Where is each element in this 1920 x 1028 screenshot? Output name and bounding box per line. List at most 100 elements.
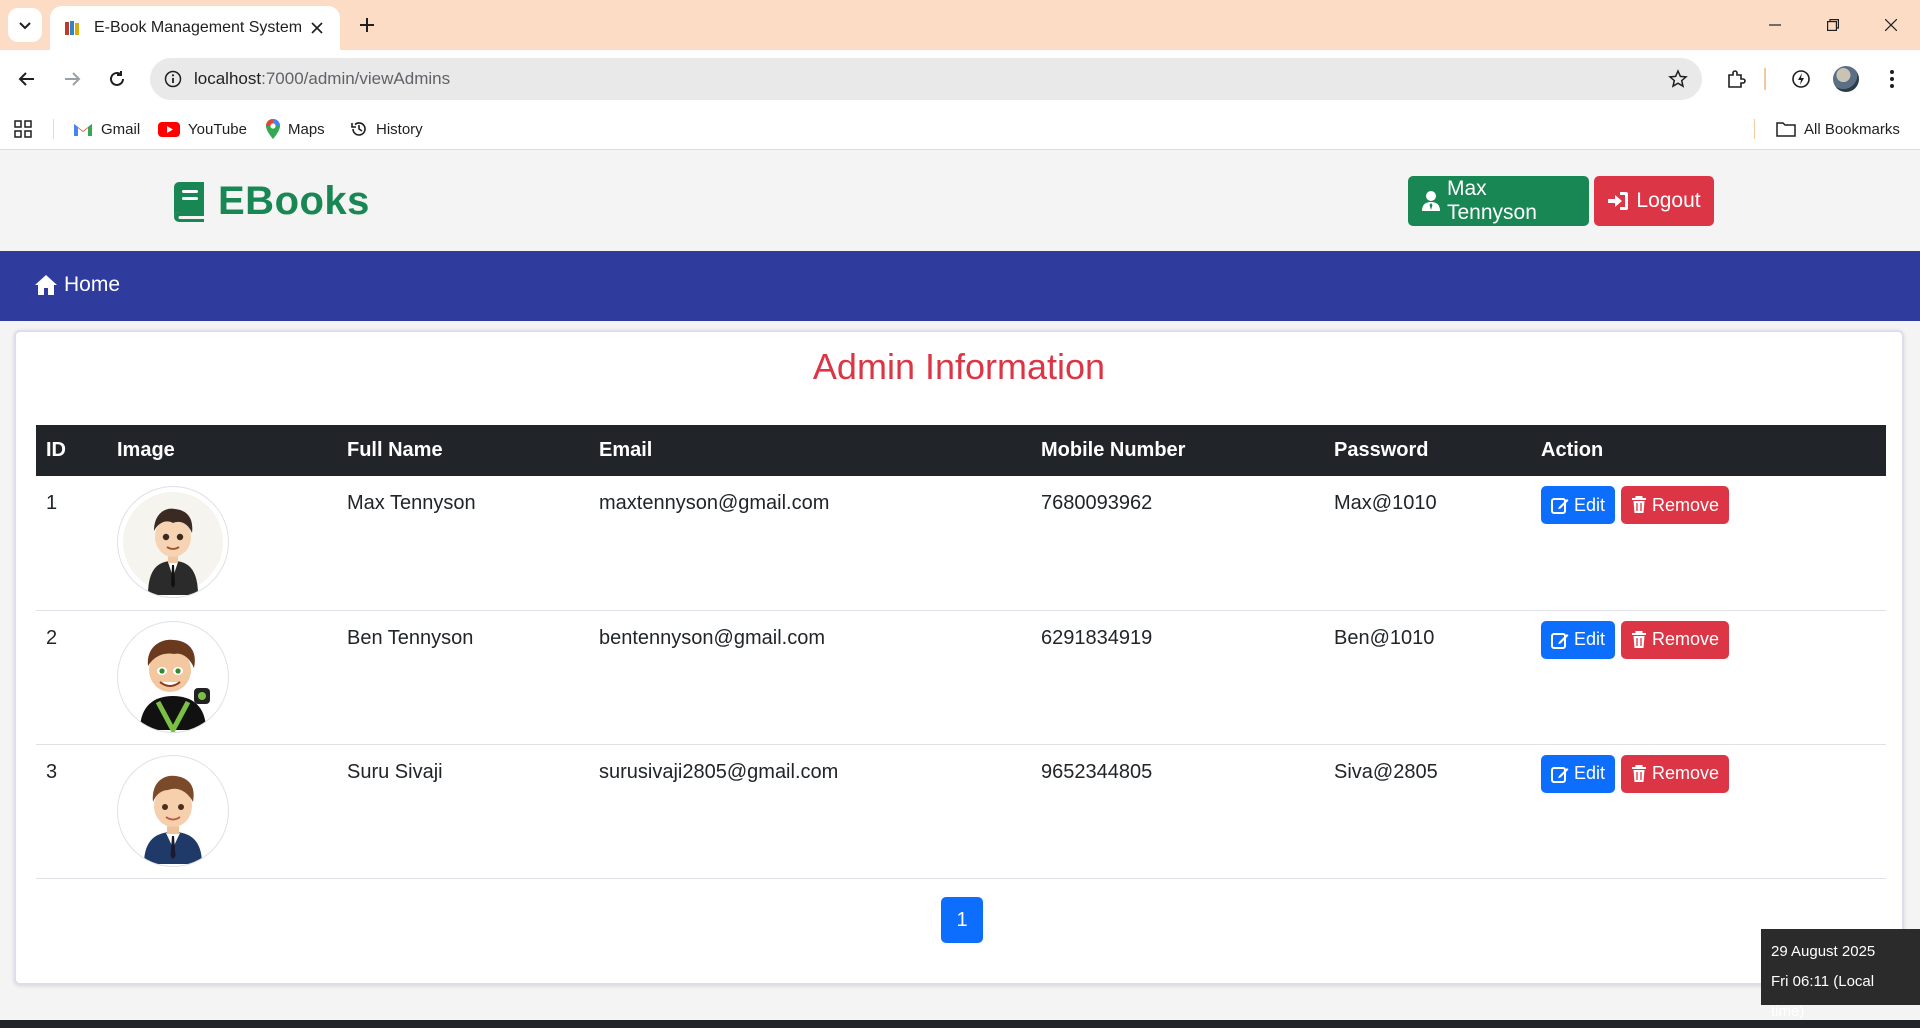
remove-label: Remove — [1652, 629, 1720, 649]
chevron-down-icon — [19, 22, 31, 30]
remove-button[interactable]: Remove — [1621, 486, 1730, 524]
tab-title: E-Book Management System — [94, 19, 303, 36]
edit-button[interactable]: Edit — [1541, 486, 1616, 524]
minimize-icon — [1769, 24, 1781, 26]
table-row: 2 Ben Tennyson bentennyson@gmail.com 629… — [36, 610, 1886, 745]
minimize-button[interactable] — [1746, 0, 1804, 50]
restore-button[interactable] — [1804, 0, 1862, 50]
cell-email: maxtennyson@gmail.com — [589, 476, 1031, 611]
nav-home-label: Home — [64, 273, 121, 296]
chrome-menu-button[interactable] — [1874, 61, 1910, 97]
pagination-page-button[interactable]: 1 — [941, 897, 983, 943]
close-tab-icon[interactable] — [306, 17, 328, 39]
clock-tooltip: 29 August 2025 Fri 06:11 (Local time) — [1761, 929, 1920, 1020]
bookmarks-bar: Gmail YouTube Maps History All Bookmarks — [0, 108, 1920, 150]
table-row: 3 Suru Sivaji surusivaji2805@gmail.com 9… — [36, 744, 1886, 879]
user-profile-button[interactable]: Max Tennyson — [1408, 176, 1589, 226]
tab-search-button[interactable] — [8, 8, 42, 42]
url-host: localhost — [194, 69, 262, 88]
profile-button[interactable] — [1828, 61, 1864, 97]
bookmark-youtube[interactable]: YouTube — [158, 118, 247, 140]
address-bar[interactable]: localhost:7000/admin/viewAdmins — [150, 58, 1702, 100]
nav-home-link[interactable]: Home — [34, 273, 120, 297]
bookmark-history[interactable]: History — [350, 118, 423, 140]
reload-button[interactable] — [99, 61, 135, 97]
column-header: Action — [1541, 439, 1604, 461]
browser-tab-active[interactable]: E-Book Management System — [50, 6, 340, 50]
bookmark-star-icon[interactable] — [1668, 69, 1688, 89]
remove-label: Remove — [1652, 494, 1720, 515]
performance-button[interactable] — [1783, 61, 1819, 97]
forward-button[interactable] — [54, 61, 90, 97]
column-header: ID — [46, 439, 66, 461]
page-footer — [0, 1020, 1920, 1028]
close-window-button[interactable] — [1862, 0, 1920, 50]
cell-full-name: Suru Sivaji — [337, 744, 589, 879]
bookmarks-divider-right — [1754, 119, 1755, 139]
cell-id: 1 — [36, 476, 107, 611]
site-info-icon[interactable] — [164, 70, 182, 88]
bookmark-gmail[interactable]: Gmail — [73, 118, 140, 140]
logout-button[interactable]: Logout — [1594, 176, 1714, 226]
apps-button[interactable] — [14, 118, 32, 140]
cell-password: Max@1010 — [1324, 476, 1531, 611]
edit-label: Edit — [1574, 763, 1606, 783]
youtube-icon — [158, 121, 180, 137]
table-row: 1 Max Tennyson maxtennyson@gmail.com 768… — [36, 476, 1886, 611]
cell-actions: Edit Remove — [1531, 610, 1886, 745]
home-icon — [34, 274, 58, 296]
clock-date: 29 August 2025 — [1771, 943, 1876, 960]
cell-full-name: Ben Tennyson — [337, 610, 589, 745]
browser-toolbar: localhost:7000/admin/viewAdmins — [0, 50, 1920, 108]
user-name: Max Tennyson — [1447, 177, 1537, 224]
close-icon — [1885, 19, 1897, 31]
remove-button[interactable]: Remove — [1621, 754, 1730, 793]
cell-password: Ben@1010 — [1324, 610, 1531, 745]
cell-image — [107, 744, 337, 879]
user-tie-icon — [1422, 191, 1440, 211]
maps-icon — [266, 119, 280, 139]
edit-button[interactable]: Edit — [1541, 754, 1616, 793]
more-vertical-icon — [1890, 70, 1894, 88]
all-bookmarks-label: All Bookmarks — [1804, 120, 1900, 138]
cell-full-name: Max Tennyson — [337, 476, 589, 611]
restore-icon — [1827, 19, 1839, 31]
bookmark-maps[interactable]: Maps — [266, 118, 325, 140]
cell-id: 3 — [36, 744, 107, 879]
trash-icon — [1631, 764, 1647, 783]
extensions-button[interactable] — [1718, 61, 1754, 97]
admin-avatar — [117, 754, 229, 867]
apps-grid-icon — [14, 120, 32, 138]
sign-in-icon — [1607, 191, 1629, 211]
bookmark-label: History — [376, 120, 423, 138]
back-button[interactable] — [9, 61, 45, 97]
cell-image — [107, 476, 337, 611]
new-tab-button[interactable] — [350, 8, 384, 42]
column-header: Image — [117, 439, 175, 461]
edit-label: Edit — [1574, 494, 1606, 515]
speed-icon — [1792, 70, 1810, 88]
edit-button[interactable]: Edit — [1541, 620, 1616, 659]
history-icon — [350, 120, 368, 138]
puzzle-icon — [1728, 70, 1746, 88]
cell-mobile: 6291834919 — [1031, 610, 1324, 745]
browser-tabstrip: E-Book Management System — [0, 0, 1920, 50]
remove-button[interactable]: Remove — [1621, 620, 1730, 659]
all-bookmarks-button[interactable]: All Bookmarks — [1776, 118, 1900, 140]
toolbar-divider — [1764, 68, 1766, 90]
brand-logo[interactable]: EBooks — [170, 179, 370, 224]
url-text[interactable]: localhost:7000/admin/viewAdmins — [194, 69, 1668, 89]
edit-icon — [1551, 631, 1569, 649]
cartoon-boy-suit-avatar-icon — [123, 760, 223, 864]
bookmark-label: Maps — [288, 120, 325, 138]
cell-id: 2 — [36, 610, 107, 745]
window-controls — [1746, 0, 1920, 50]
plus-icon — [360, 18, 374, 32]
cell-email: surusivaji2805@gmail.com — [589, 744, 1031, 879]
edit-label: Edit — [1574, 629, 1606, 649]
url-path: :7000/admin/viewAdmins — [261, 69, 451, 88]
cartoon-man-suit-avatar-icon — [123, 492, 223, 595]
column-header: Mobile Number — [1041, 439, 1186, 461]
profile-avatar-icon — [1833, 66, 1859, 92]
admin-table: ID Image Full Name Email Mobile Number P… — [36, 425, 1886, 879]
